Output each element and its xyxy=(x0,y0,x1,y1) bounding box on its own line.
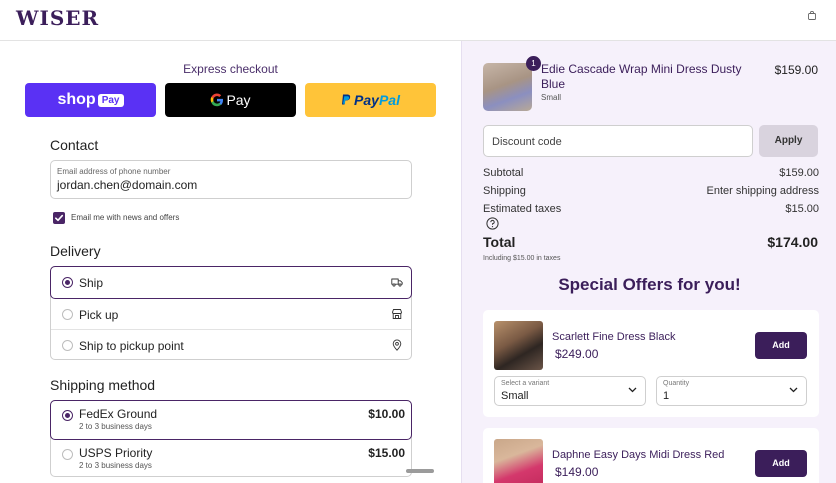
product-name: Edie Cascade Wrap Mini Dress Dusty Blue xyxy=(541,62,742,91)
google-pay-button[interactable]: Pay xyxy=(165,83,296,117)
offer-product-price: $249.00 xyxy=(555,347,599,361)
express-checkout-title: Express checkout xyxy=(183,62,278,76)
chevron-down-icon xyxy=(789,387,798,393)
checkout-form: Express checkout shop Pay Pay Pay Pal Con… xyxy=(0,41,461,483)
shopping-bag-icon[interactable] xyxy=(808,11,816,20)
shipping-option-fedex[interactable]: FedEx Ground 2 to 3 business days $10.00 xyxy=(50,400,412,440)
paypal-label-part1: Pay xyxy=(354,92,379,108)
email-field-value[interactable]: jordan.chen@domain.com xyxy=(57,178,197,192)
radio-unselected[interactable] xyxy=(62,340,73,351)
offer-card: Scarlett Fine Dress Black $249.00 Add Se… xyxy=(483,310,819,417)
quantity-select-value: 1 xyxy=(663,390,670,402)
special-offers-heading: Special Offers for you! xyxy=(558,275,741,294)
total-label: Total xyxy=(483,234,516,250)
shipping-option-name: FedEx Ground xyxy=(79,407,158,421)
tax-note: Including $15.00 in taxes xyxy=(483,255,561,262)
shipping-options: FedEx Ground 2 to 3 business days $10.00… xyxy=(50,400,412,477)
checkmark-icon xyxy=(55,214,64,222)
paypal-p-icon xyxy=(342,94,351,105)
product-thumbnail xyxy=(483,63,532,111)
header: WISER xyxy=(0,0,836,41)
shop-pay-label: shop xyxy=(57,91,96,108)
shipping-label: Shipping xyxy=(483,185,526,197)
subtotal-label: Subtotal xyxy=(483,167,524,179)
taxes-row: Estimated taxes $15.00 xyxy=(483,203,819,215)
taxes-value: $15.00 xyxy=(785,203,819,215)
add-offer-button[interactable]: Add xyxy=(755,450,807,477)
chevron-down-icon xyxy=(628,387,637,393)
radio-selected[interactable] xyxy=(62,277,73,288)
help-icon[interactable] xyxy=(486,217,499,230)
quantity-badge: 1 xyxy=(526,56,541,71)
store-icon xyxy=(392,309,402,319)
product-variant: Small xyxy=(541,93,562,102)
product-price: $159.00 xyxy=(774,63,818,77)
email-field-label: Email address of phone number xyxy=(57,167,171,176)
total-value: $174.00 xyxy=(767,234,818,250)
shipping-option-price: $15.00 xyxy=(368,446,405,460)
google-g-icon xyxy=(211,93,224,107)
shipping-option-price: $10.00 xyxy=(368,407,405,421)
radio-unselected[interactable] xyxy=(62,449,73,460)
offer-card: Daphne Easy Days Midi Dress Red $149.00 … xyxy=(483,428,819,483)
radio-unselected[interactable] xyxy=(62,309,73,320)
shop-pay-tag: Pay xyxy=(97,93,124,107)
discount-code-input[interactable]: Discount code xyxy=(483,125,753,157)
truck-icon xyxy=(391,278,403,287)
delivery-option-pickup[interactable]: Pick up xyxy=(51,299,411,330)
delivery-option-ship[interactable]: Ship xyxy=(50,266,412,299)
paypal-button[interactable]: Pay Pal xyxy=(305,83,436,117)
variant-select-value: Small xyxy=(501,390,529,402)
scroll-handle[interactable] xyxy=(406,469,434,473)
delivery-option-label: Ship to pickup point xyxy=(79,339,184,353)
news-offers-checkbox[interactable] xyxy=(53,212,65,224)
shop-pay-button[interactable]: shop Pay xyxy=(25,83,156,117)
offer-product-image xyxy=(494,439,543,483)
quantity-select[interactable]: Quantity 1 xyxy=(656,376,807,406)
radio-selected[interactable] xyxy=(62,410,73,421)
delivery-option-pickup-point[interactable]: Ship to pickup point xyxy=(51,330,411,361)
variant-select[interactable]: Select a variant Small xyxy=(494,376,646,406)
subtotal-value: $159.00 xyxy=(779,167,819,179)
shipping-option-name: USPS Priority xyxy=(79,446,153,460)
offer-product-price: $149.00 xyxy=(555,465,599,479)
shipping-method-heading: Shipping method xyxy=(50,377,156,393)
shipping-value: Enter shipping address xyxy=(706,185,819,197)
delivery-option-label: Ship xyxy=(79,276,104,290)
shipping-option-usps[interactable]: USPS Priority 2 to 3 business days $15.0… xyxy=(51,440,411,478)
offer-product-name: Daphne Easy Days Midi Dress Red xyxy=(552,449,725,461)
taxes-label: Estimated taxes xyxy=(483,203,562,215)
subtotal-row: Subtotal $159.00 xyxy=(483,167,819,179)
shipping-option-time: 2 to 3 business days xyxy=(79,461,152,470)
email-field[interactable]: Email address of phone number jordan.che… xyxy=(50,160,412,199)
shipping-option-time: 2 to 3 business days xyxy=(79,422,152,431)
order-summary: 1 Edie Cascade Wrap Mini Dress Dusty Blu… xyxy=(461,41,836,483)
variant-select-label: Select a variant xyxy=(501,380,550,387)
google-pay-label: Pay xyxy=(226,92,251,108)
apply-button[interactable]: Apply xyxy=(759,125,818,157)
offer-product-name: Scarlett Fine Dress Black xyxy=(552,331,676,343)
paypal-label-part2: Pal xyxy=(378,92,400,108)
news-offers-label[interactable]: Email me with news and offers xyxy=(71,213,179,222)
add-offer-button[interactable]: Add xyxy=(755,332,807,359)
delivery-heading: Delivery xyxy=(50,243,101,259)
delivery-options: Ship Pick up Ship to pickup point xyxy=(50,266,412,360)
shipping-row: Shipping Enter shipping address xyxy=(483,185,819,197)
contact-heading: Contact xyxy=(50,137,99,153)
quantity-select-label: Quantity xyxy=(663,380,690,387)
map-pin-icon xyxy=(392,339,402,351)
brand-logo[interactable]: WISER xyxy=(16,6,99,30)
offer-product-image xyxy=(494,321,543,370)
delivery-option-label: Pick up xyxy=(79,308,119,322)
